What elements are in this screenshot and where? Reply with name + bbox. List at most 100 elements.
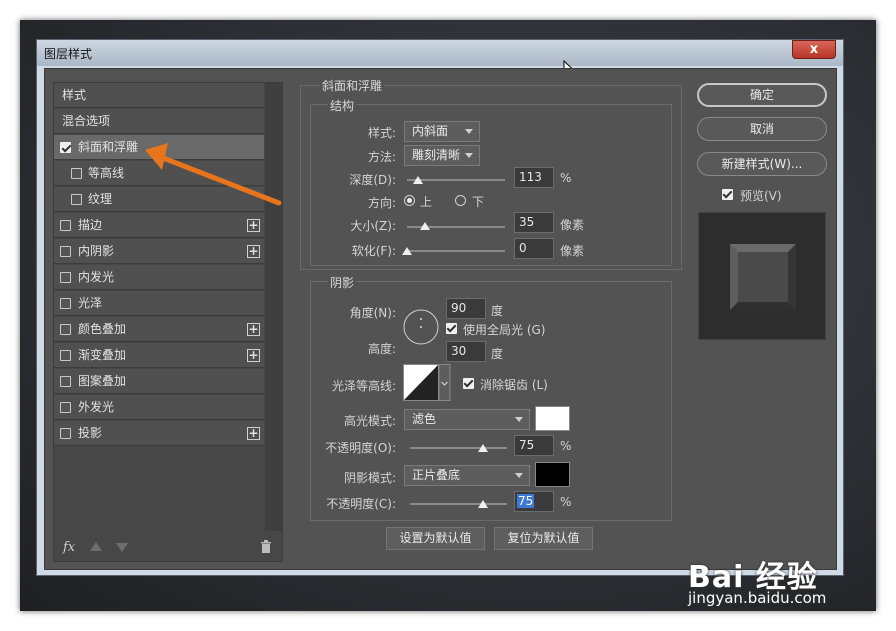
style-list-item[interactable]: 投影 + — [54, 421, 264, 446]
style-list-item[interactable]: 内阴影 + — [54, 239, 264, 264]
shadow-opacity-track[interactable] — [410, 503, 507, 505]
add-instance-icon[interactable]: + — [247, 219, 260, 232]
style-checkbox[interactable] — [60, 298, 71, 309]
move-down-icon[interactable] — [116, 543, 128, 552]
style-item-label: 颜色叠加 — [78, 322, 127, 336]
style-list-item[interactable]: 图案叠加 — [54, 369, 264, 394]
soften-slider-track[interactable] — [407, 250, 505, 252]
style-item-label: 混合选项 — [62, 114, 111, 128]
angle-dial[interactable] — [402, 308, 440, 346]
add-instance-icon[interactable]: + — [247, 427, 260, 440]
depth-input[interactable]: 113 — [514, 167, 554, 188]
size-unit: 像素 — [560, 218, 585, 232]
ok-button[interactable]: 确定 — [697, 83, 827, 107]
title-bar[interactable] — [37, 40, 843, 66]
style-checkbox[interactable] — [71, 194, 82, 205]
highlight-mode-select[interactable]: 滤色 — [404, 409, 530, 430]
style-item-label: 投影 — [78, 426, 103, 440]
make-default-button[interactable]: 设置为默认值 — [386, 527, 485, 550]
bevel-section-title: 斜面和浮雕 — [320, 77, 385, 94]
highlight-opacity-thumb[interactable] — [477, 444, 488, 452]
style-checkbox[interactable] — [71, 168, 82, 179]
style-checkbox[interactable] — [60, 428, 71, 439]
style-item-label: 内发光 — [78, 270, 115, 284]
shadow-opacity-input[interactable]: 75 — [514, 491, 554, 512]
style-list-item[interactable]: 颜色叠加 + — [54, 317, 264, 342]
style-checkbox[interactable] — [60, 142, 71, 153]
soften-input[interactable]: 0 — [514, 238, 554, 259]
reset-default-button[interactable]: 复位为默认值 — [494, 527, 593, 550]
angle-label: 角度(N): — [349, 306, 396, 320]
size-label: 大小(Z): — [350, 219, 396, 233]
shadow-mode-select[interactable]: 正片叠底 — [404, 465, 530, 486]
style-checkbox[interactable] — [60, 220, 71, 231]
close-button[interactable]: x — [792, 40, 836, 59]
style-checkbox[interactable] — [60, 272, 71, 283]
soften-unit: 像素 — [560, 244, 585, 258]
trash-icon[interactable] — [260, 540, 272, 553]
add-instance-icon[interactable]: + — [247, 349, 260, 362]
shadow-color-swatch[interactable] — [535, 462, 570, 487]
shading-title: 阴影 — [328, 274, 357, 291]
highlight-opacity-input[interactable]: 75 — [514, 435, 554, 456]
style-list-item[interactable]: 外发光 — [54, 395, 264, 420]
style-list-item[interactable]: 描边 + — [54, 213, 264, 238]
shadow-opacity-thumb[interactable] — [477, 500, 488, 508]
style-list-item[interactable]: 样式 — [54, 83, 264, 108]
arrow-annotation-icon — [145, 143, 282, 206]
style-list-item[interactable]: 内发光 — [54, 265, 264, 290]
highlight-opacity-track[interactable] — [410, 447, 507, 449]
style-item-label: 图案叠加 — [78, 374, 127, 388]
style-checkbox[interactable] — [60, 402, 71, 413]
global-light-checkbox[interactable] — [446, 323, 457, 334]
style-checkbox[interactable] — [60, 350, 71, 361]
depth-label: 深度(D): — [349, 173, 396, 187]
style-list-item[interactable]: 渐变叠加 + — [54, 343, 264, 368]
style-checkbox[interactable] — [60, 376, 71, 387]
size-input[interactable]: 35 — [514, 212, 554, 233]
global-light-label: 使用全局光 (G) — [463, 323, 546, 337]
style-list-item[interactable]: 光泽 — [54, 291, 264, 316]
cancel-button[interactable]: 取消 — [697, 117, 827, 141]
style-label: 样式: — [367, 126, 396, 140]
style-checkbox[interactable] — [60, 324, 71, 335]
style-checkbox[interactable] — [60, 246, 71, 257]
direction-down-radio[interactable] — [455, 195, 466, 206]
depth-slider-thumb[interactable] — [412, 176, 423, 184]
preview-pane — [698, 212, 826, 340]
style-item-label: 渐变叠加 — [78, 348, 127, 362]
window-title: 图层样式 — [44, 47, 93, 61]
method-select[interactable]: 雕刻清晰 — [404, 145, 480, 166]
style-item-label: 纹理 — [88, 192, 113, 206]
shadow-opacity-selection: 75 — [517, 494, 535, 508]
shadow-opacity-label: 不透明度(C): — [326, 497, 396, 511]
new-style-button[interactable]: 新建样式(W)... — [697, 152, 827, 176]
style-select[interactable]: 内斜面 — [404, 121, 480, 142]
antialias-checkbox[interactable] — [463, 378, 474, 389]
fx-icon[interactable]: fx — [63, 540, 75, 555]
angle-unit: 度 — [491, 304, 504, 318]
add-instance-icon[interactable]: + — [247, 323, 260, 336]
highlight-color-swatch[interactable] — [535, 406, 570, 431]
altitude-input[interactable]: 30 — [446, 341, 486, 362]
highlight-opacity-unit: % — [560, 439, 572, 453]
add-instance-icon[interactable]: + — [247, 245, 260, 258]
angle-input[interactable]: 90 — [446, 298, 486, 319]
depth-unit: % — [560, 171, 572, 185]
move-up-icon[interactable] — [90, 542, 102, 551]
style-list-item[interactable]: 混合选项 — [54, 109, 264, 134]
method-label: 方法: — [367, 150, 396, 164]
gloss-contour-picker[interactable] — [403, 364, 451, 402]
soften-label: 软化(F): — [351, 244, 396, 258]
structure-title: 结构 — [328, 97, 357, 114]
direction-up-radio[interactable] — [404, 195, 415, 206]
preview-checkbox[interactable] — [722, 189, 733, 200]
highlight-mode-label: 高光模式: — [343, 414, 396, 428]
highlight-opacity-label: 不透明度(O): — [325, 441, 396, 455]
direction-up-label: 上 — [420, 195, 433, 209]
soften-slider-thumb[interactable] — [402, 247, 412, 255]
preview-label: 预览(V) — [740, 189, 782, 203]
shadow-opacity-unit: % — [560, 495, 572, 509]
gloss-contour-label: 光泽等高线: — [331, 379, 396, 393]
size-slider-thumb[interactable] — [419, 222, 430, 230]
